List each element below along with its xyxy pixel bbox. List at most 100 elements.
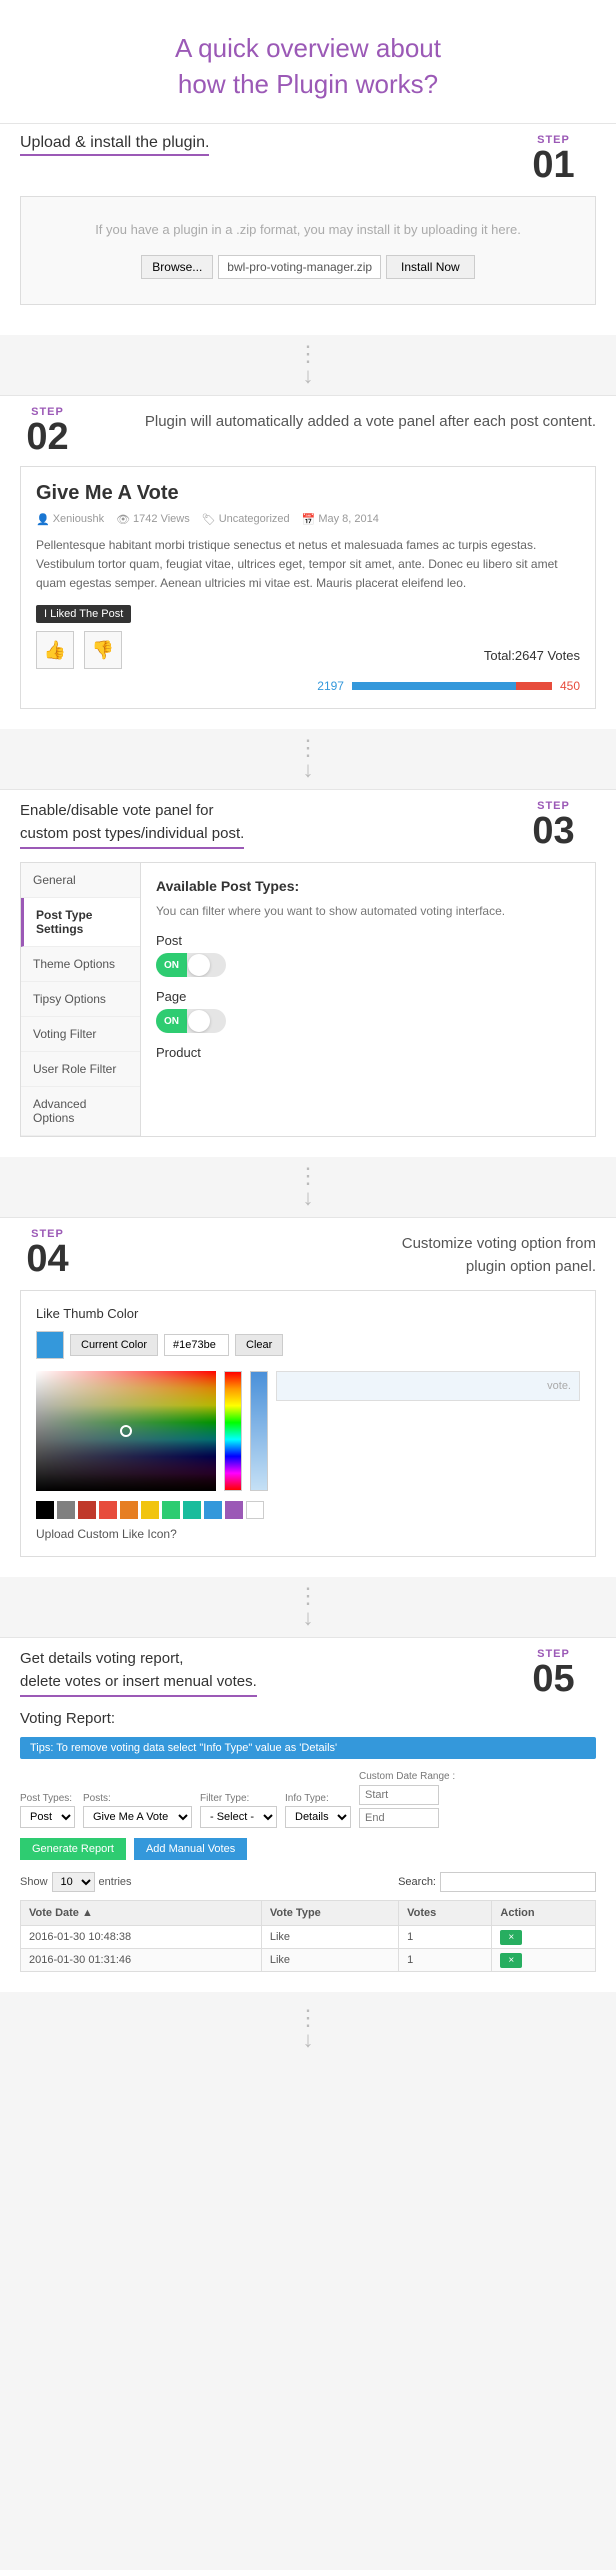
swatch-blue[interactable]: [204, 1501, 222, 1519]
table-row: 2016-01-30 01:31:46 Like 1 ×: [21, 1949, 596, 1972]
col-vote-date[interactable]: Vote Date ▲: [21, 1901, 262, 1926]
start-date-input[interactable]: [359, 1785, 439, 1805]
color-swatches-row: [36, 1501, 580, 1519]
action-row: Generate Report Add Manual Votes: [20, 1838, 596, 1860]
step05-desc: Get details voting report, delete votes …: [20, 1648, 257, 1697]
color-control-row: Current Color #1e73be Clear: [36, 1331, 580, 1359]
views-meta: 👁 1742 Views: [116, 513, 190, 526]
step-03-section: Enable/disable vote panel for custom pos…: [0, 789, 616, 1157]
color-alpha-bar[interactable]: [250, 1371, 268, 1491]
info-type-group: Info Type: Details: [285, 1793, 351, 1828]
browse-button[interactable]: Browse...: [141, 255, 213, 279]
table-controls: Show 10 25 50 entries Search:: [20, 1872, 596, 1892]
author-meta: 👤 Xenioushk: [36, 513, 104, 526]
swatch-darkred[interactable]: [78, 1501, 96, 1519]
header-section: A quick overview about how the Plugin wo…: [0, 0, 616, 123]
delete-badge-2[interactable]: ×: [500, 1953, 522, 1968]
color-canvas-area: vote.: [36, 1371, 580, 1491]
color-spectrum-bar[interactable]: [224, 1371, 242, 1491]
step-02-section: STEP 02 Plugin will automatically added …: [0, 395, 616, 730]
clear-color-button[interactable]: Clear: [235, 1334, 283, 1356]
cell-type-2: Like: [261, 1949, 398, 1972]
entries-select[interactable]: 10 25 50: [52, 1872, 95, 1892]
filter-type-label: Filter Type:: [200, 1793, 277, 1804]
toggle-knob-page: [188, 1010, 210, 1032]
end-date-input[interactable]: [359, 1808, 439, 1828]
date-meta: 📅 May 8, 2014: [302, 513, 379, 526]
report-table: Vote Date ▲ Vote Type Votes Action 2016-…: [20, 1900, 596, 1972]
settings-main: Available Post Types: You can filter whe…: [141, 863, 595, 1136]
post-toggle[interactable]: ON: [156, 953, 226, 977]
vote-buttons: 👍 👎: [36, 631, 122, 669]
show-entries: Show 10 25 50 entries: [20, 1872, 132, 1892]
sidebar-item-advanced-options[interactable]: Advanced Options: [21, 1087, 140, 1136]
color-swatch-current[interactable]: [36, 1331, 64, 1359]
filter-row: Post Types: Post Posts: Give Me A Vote F…: [20, 1771, 596, 1828]
arrow-1: ⋮↓: [0, 335, 616, 395]
arrow-3: ⋮↓: [0, 1157, 616, 1217]
vote-bar: [352, 682, 552, 690]
swatch-teal[interactable]: [183, 1501, 201, 1519]
swatch-purple[interactable]: [225, 1501, 243, 1519]
swatch-orange[interactable]: [120, 1501, 138, 1519]
sidebar-item-general[interactable]: General: [21, 863, 140, 898]
date-range-label: Custom Date Range :: [359, 1771, 455, 1782]
thumbs-up-button[interactable]: 👍: [36, 631, 74, 669]
delete-badge-1[interactable]: ×: [500, 1930, 522, 1945]
search-label: Search:: [398, 1876, 436, 1888]
filter-type-group: Filter Type: - Select -: [200, 1793, 277, 1828]
color-hex-input[interactable]: #1e73be: [164, 1334, 229, 1356]
step-04-section: STEP 04 Customize voting option from plu…: [0, 1217, 616, 1577]
sidebar-item-user-role-filter[interactable]: User Role Filter: [21, 1052, 140, 1087]
sidebar-item-theme-options[interactable]: Theme Options: [21, 947, 140, 982]
generate-report-button[interactable]: Generate Report: [20, 1838, 126, 1860]
thumbs-down-button[interactable]: 👎: [84, 631, 122, 669]
page-toggle[interactable]: ON: [156, 1009, 226, 1033]
filter-type-select[interactable]: - Select -: [200, 1806, 277, 1828]
color-picker-panel: Like Thumb Color Current Color #1e73be C…: [20, 1290, 596, 1557]
cell-date-2: 2016-01-30 01:31:46: [21, 1949, 262, 1972]
step-01-section: Upload & install the plugin. STEP 01 If …: [0, 123, 616, 335]
posts-filter: Posts: Give Me A Vote: [83, 1793, 192, 1828]
vote-count-up: 2197: [317, 679, 344, 693]
cell-date-1: 2016-01-30 10:48:38: [21, 1926, 262, 1949]
info-type-select[interactable]: Details: [285, 1806, 351, 1828]
post-types-select[interactable]: Post: [20, 1806, 75, 1828]
posts-select[interactable]: Give Me A Vote: [83, 1806, 192, 1828]
col-votes[interactable]: Votes: [399, 1901, 492, 1926]
step03-number: STEP 03: [526, 800, 581, 850]
install-now-button[interactable]: Install Now: [386, 255, 475, 279]
vote-card-body: Pellentesque habitant morbi tristique se…: [36, 536, 580, 594]
swatch-white[interactable]: [246, 1501, 264, 1519]
cell-votes-1: 1: [399, 1926, 492, 1949]
swatch-gray[interactable]: [57, 1501, 75, 1519]
voting-report-label: Voting Report:: [20, 1710, 596, 1727]
color-gradient-picker[interactable]: [36, 1371, 216, 1491]
sidebar-item-tipsy-options[interactable]: Tipsy Options: [21, 982, 140, 1017]
sidebar-item-voting-filter[interactable]: Voting Filter: [21, 1017, 140, 1052]
post-type-post-row: Post ON: [156, 933, 580, 977]
add-manual-votes-button[interactable]: Add Manual Votes: [134, 1838, 247, 1860]
col-action[interactable]: Action: [492, 1901, 596, 1926]
sidebar-item-post-type-settings[interactable]: Post Type Settings: [21, 898, 140, 947]
current-color-button[interactable]: Current Color: [70, 1334, 158, 1356]
col-vote-type[interactable]: Vote Type: [261, 1901, 398, 1926]
swatch-black[interactable]: [36, 1501, 54, 1519]
color-picker-circle: [120, 1425, 132, 1437]
swatch-green[interactable]: [162, 1501, 180, 1519]
vote-count-down: 450: [560, 679, 580, 693]
info-type-label: Info Type:: [285, 1793, 351, 1804]
vote-card-title: Give Me A Vote: [36, 482, 580, 505]
color-result-box: vote.: [276, 1371, 580, 1401]
settings-panel: General Post Type Settings Theme Options…: [20, 862, 596, 1137]
swatch-red[interactable]: [99, 1501, 117, 1519]
step04-number: STEP 04: [20, 1228, 75, 1278]
step05-number: STEP 05: [526, 1648, 581, 1698]
vote-bar-row: 2197 450: [36, 679, 580, 693]
search-box: Search:: [398, 1872, 596, 1892]
swatch-yellow[interactable]: [141, 1501, 159, 1519]
post-types-label: Post Types:: [20, 1793, 75, 1804]
settings-panel-title: Available Post Types:: [156, 878, 580, 894]
search-input[interactable]: [440, 1872, 596, 1892]
upload-box: If you have a plugin in a .zip format, y…: [20, 196, 596, 305]
